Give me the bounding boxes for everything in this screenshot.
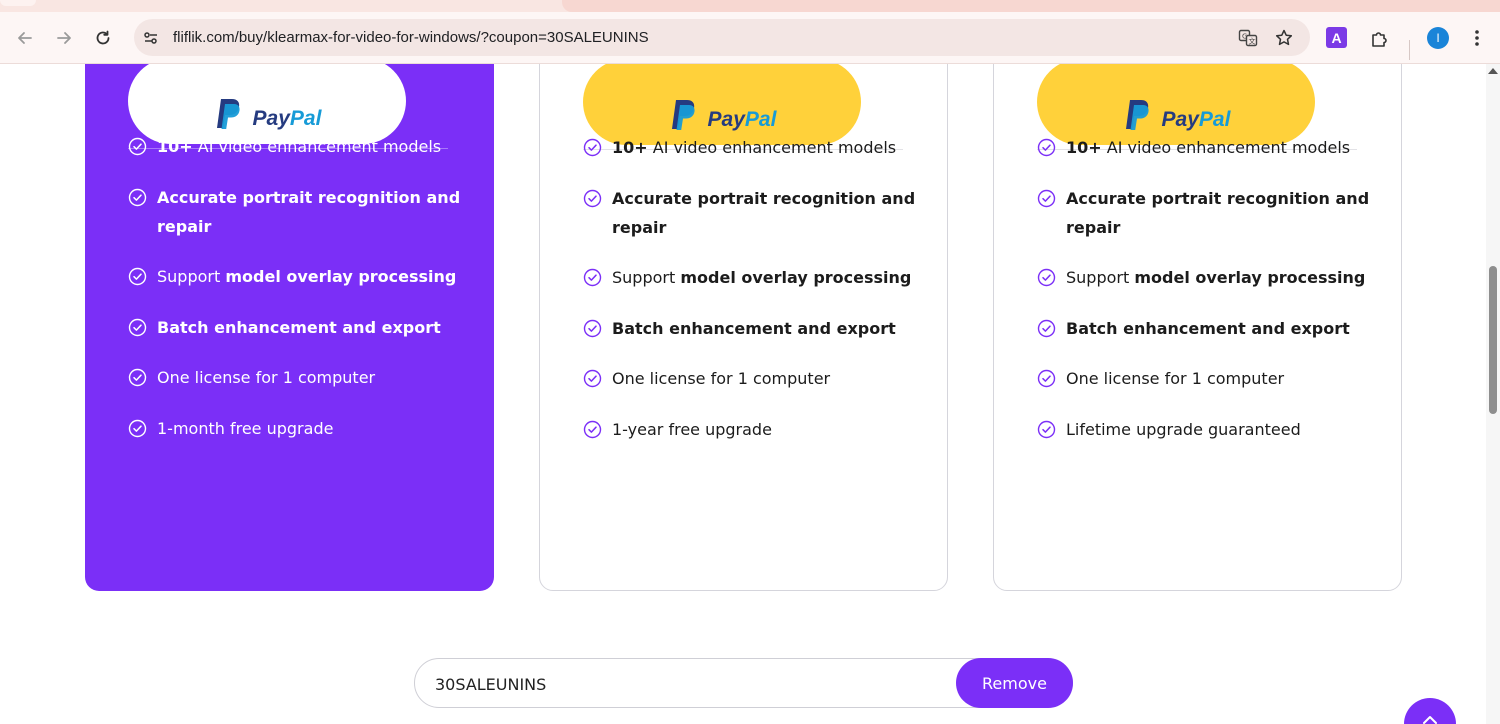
check-circle-icon: [583, 319, 602, 338]
bookmark-star-icon[interactable]: [1273, 27, 1295, 49]
check-circle-icon: [128, 267, 147, 286]
feature-item: Support model overlay processing: [1037, 263, 1365, 292]
feature-text: 10+ AI video enhancement models: [157, 137, 442, 156]
feature-text: repair: [157, 217, 212, 236]
svg-text:文: 文: [1249, 37, 1256, 46]
paypal-logo-icon: [671, 100, 695, 130]
check-circle-icon: [1037, 369, 1056, 388]
feature-text: Batch enhancement and export: [612, 319, 896, 338]
url-text[interactable]: fliflik.com/buy/klearmax-for-video-for-w…: [173, 29, 649, 46]
coupon-input[interactable]: [435, 671, 935, 697]
tab[interactable]: [0, 0, 36, 6]
paypal-logo-icon: [1125, 100, 1149, 130]
feature-item: One license for 1 computer: [583, 364, 830, 393]
scrollbar[interactable]: [1486, 64, 1500, 724]
feature-text: 1-month free upgrade: [157, 419, 334, 438]
check-circle-icon: [1037, 138, 1056, 157]
feature-text: Batch enhancement and export: [1066, 319, 1350, 338]
feature-item: Batch enhancement and export: [1037, 314, 1350, 343]
check-circle-icon: [583, 189, 602, 208]
feature-text: One license for 1 computer: [612, 369, 831, 388]
back-arrow-icon[interactable]: [11, 24, 39, 52]
browser-toolbar: fliflik.com/buy/klearmax-for-video-for-w…: [0, 12, 1500, 64]
feature-item: 1-year free upgrade: [583, 415, 772, 444]
feature-item: 10+ AI video enhancement models: [583, 133, 896, 162]
feature-item: Accurate portrait recognition and: [128, 183, 460, 212]
page-content: PayPal 10+ AI video enhancement models Acc…: [0, 64, 1486, 724]
forward-arrow-icon[interactable]: [50, 24, 78, 52]
feature-item: repair: [583, 213, 666, 242]
coupon-field: Remove: [414, 658, 1073, 708]
tab-strip: [0, 0, 1500, 12]
active-tab[interactable]: [562, 0, 1500, 12]
feature-item: Accurate portrait recognition and: [583, 184, 915, 213]
feature-text: Accurate portrait recognition and: [612, 189, 916, 208]
feature-item: repair: [1037, 213, 1120, 242]
profile-avatar[interactable]: I: [1427, 27, 1449, 49]
feature-item: Batch enhancement and export: [583, 314, 896, 343]
scroll-up-arrow-icon[interactable]: [1488, 68, 1498, 74]
reload-icon[interactable]: [89, 24, 117, 52]
paypal-logo-icon: [216, 99, 240, 129]
feature-item: repair: [128, 212, 211, 241]
chevron-up-icon: [1423, 716, 1437, 724]
feature-text: Support model overlay processing: [157, 267, 457, 286]
scroll-to-top-button[interactable]: [1404, 698, 1456, 724]
feature-text: 10+ AI video enhancement models: [1066, 138, 1351, 157]
feature-text: repair: [1066, 218, 1121, 237]
check-circle-icon: [128, 188, 147, 207]
paypal-wordmark: PayPal: [1161, 108, 1231, 131]
feature-item: Batch enhancement and export: [128, 313, 441, 342]
feature-item: 10+ AI video enhancement models: [128, 132, 441, 161]
more-menu-icon[interactable]: [1465, 26, 1489, 50]
check-circle-icon: [128, 368, 147, 387]
extension-puzzle-icon[interactable]: [1368, 26, 1392, 50]
feature-text: Support model overlay processing: [612, 268, 912, 287]
feature-text: Accurate portrait recognition and: [157, 188, 461, 207]
check-circle-icon: [1037, 268, 1056, 287]
extension-a-icon[interactable]: A: [1326, 27, 1347, 48]
scrollbar-thumb[interactable]: [1489, 266, 1497, 414]
check-circle-icon: [583, 420, 602, 439]
site-settings-icon[interactable]: [140, 27, 162, 49]
paypal-wordmark: PayPal: [707, 108, 777, 131]
feature-item: Support model overlay processing: [128, 262, 456, 291]
feature-text: Accurate portrait recognition and: [1066, 189, 1370, 208]
check-circle-icon: [128, 318, 147, 337]
feature-text: Support model overlay processing: [1066, 268, 1366, 287]
check-circle-icon: [1037, 189, 1056, 208]
plan-card: PayPal 10+ AI video enhancement models Acc…: [993, 64, 1402, 591]
plan-card: PayPal 10+ AI video enhancement models Acc…: [539, 64, 948, 591]
feature-text: One license for 1 computer: [1066, 369, 1285, 388]
feature-text: repair: [612, 218, 667, 237]
translate-icon[interactable]: G文: [1237, 27, 1259, 49]
feature-text: 10+ AI video enhancement models: [612, 138, 897, 157]
check-circle-icon: [583, 268, 602, 287]
feature-text: One license for 1 computer: [157, 368, 376, 387]
check-circle-icon: [1037, 319, 1056, 338]
feature-item: One license for 1 computer: [1037, 364, 1284, 393]
remove-coupon-button[interactable]: Remove: [956, 658, 1073, 708]
feature-item: Lifetime upgrade guaranteed: [1037, 415, 1301, 444]
feature-text: Batch enhancement and export: [157, 318, 441, 337]
check-circle-icon: [128, 137, 147, 156]
feature-item: Accurate portrait recognition and: [1037, 184, 1369, 213]
check-circle-icon: [1037, 420, 1056, 439]
address-bar[interactable]: fliflik.com/buy/klearmax-for-video-for-w…: [134, 19, 1310, 56]
feature-item: Support model overlay processing: [583, 263, 911, 292]
feature-item: 1-month free upgrade: [128, 414, 333, 443]
check-circle-icon: [583, 138, 602, 157]
plan-card: PayPal 10+ AI video enhancement models Acc…: [85, 64, 494, 591]
feature-item: 10+ AI video enhancement models: [1037, 133, 1350, 162]
toolbar-divider: [1409, 40, 1410, 60]
check-circle-icon: [583, 369, 602, 388]
check-circle-icon: [128, 419, 147, 438]
feature-item: One license for 1 computer: [128, 363, 375, 392]
paypal-wordmark: PayPal: [252, 107, 322, 130]
feature-text: 1-year free upgrade: [612, 420, 772, 439]
feature-text: Lifetime upgrade guaranteed: [1066, 420, 1301, 439]
